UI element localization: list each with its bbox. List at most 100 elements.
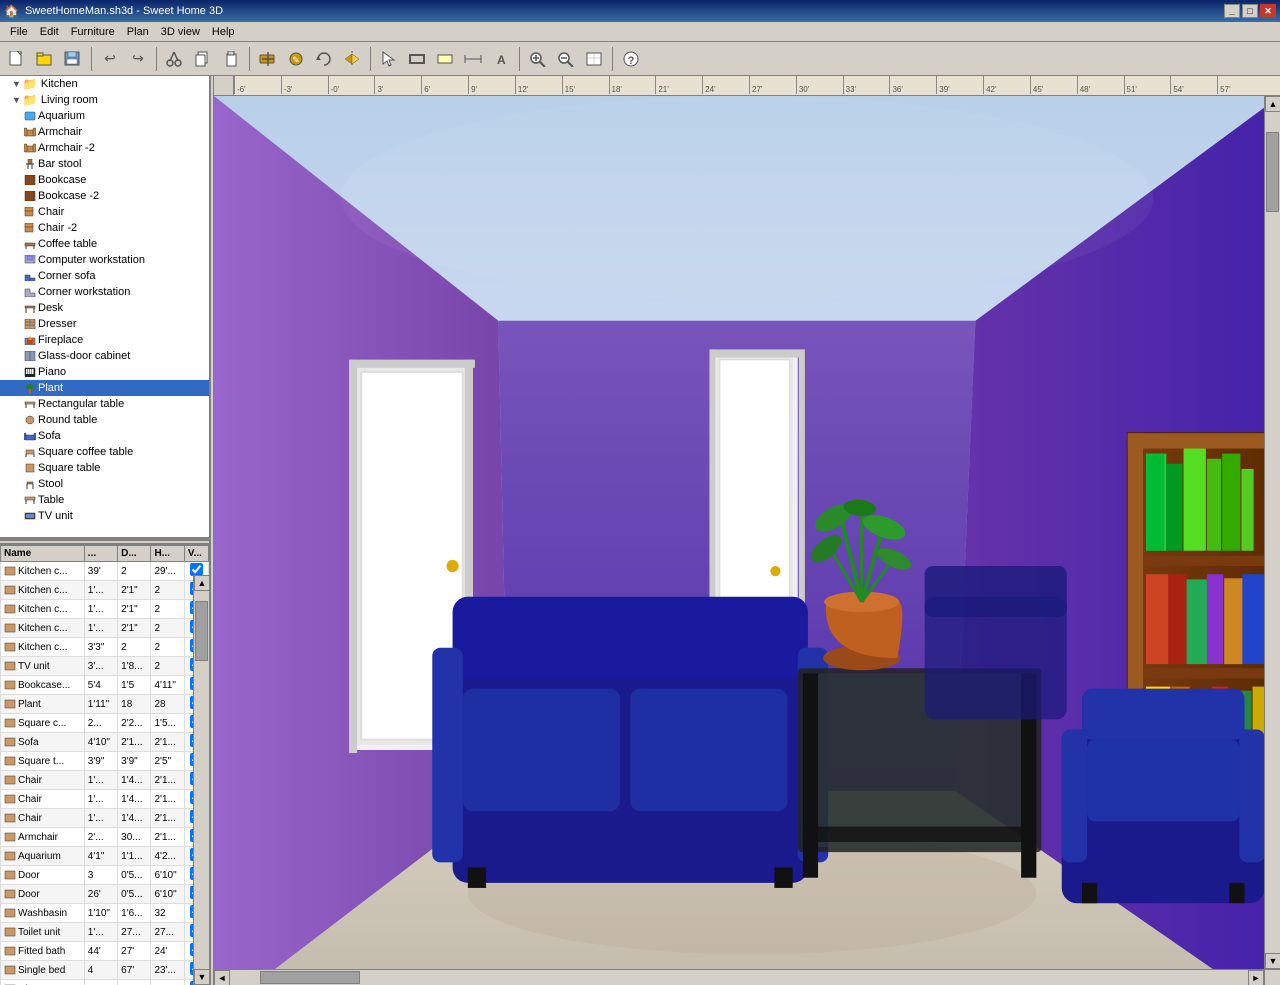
- menu-edit[interactable]: Edit: [34, 24, 65, 40]
- table-row[interactable]: Kitchen c...1'...2'1"2: [1, 619, 209, 638]
- table-row[interactable]: Bookcase...5'41'54'11": [1, 676, 209, 695]
- new-button[interactable]: [4, 46, 30, 72]
- tree-item-desk[interactable]: Desk: [0, 300, 209, 316]
- paste-button[interactable]: [218, 46, 244, 72]
- table-row[interactable]: Chair1'...1'4...2'1...: [1, 809, 209, 828]
- canvas-scroll-right[interactable]: ►: [1248, 970, 1264, 985]
- select-tool[interactable]: [376, 46, 402, 72]
- open-button[interactable]: [32, 46, 58, 72]
- right-scrollbar[interactable]: ▲ ▼: [193, 575, 209, 985]
- tree-item-round-table[interactable]: Round table: [0, 412, 209, 428]
- table-row[interactable]: Kitchen c...3'3"22: [1, 638, 209, 657]
- tree-item-kitchen[interactable]: ▼ 📁 Kitchen: [0, 76, 209, 92]
- tree-item-armchair-2[interactable]: Armchair -2: [0, 140, 209, 156]
- save-button[interactable]: [60, 46, 86, 72]
- canvas-scroll-left[interactable]: ◄: [214, 970, 230, 985]
- tree-item-corner-workstation[interactable]: Corner workstation: [0, 284, 209, 300]
- tree-item-armchair[interactable]: Armchair: [0, 124, 209, 140]
- close-button[interactable]: ✕: [1260, 4, 1276, 18]
- canvas-htrack[interactable]: [230, 970, 1248, 985]
- help-button[interactable]: ?: [618, 46, 644, 72]
- table-row[interactable]: Door30'5...6'10": [1, 866, 209, 885]
- canvas-vtrack[interactable]: [1265, 112, 1280, 953]
- scroll-thumb[interactable]: [195, 601, 208, 661]
- table-row[interactable]: Chest3'...1'10"27'...: [1, 980, 209, 985]
- tree-item-piano[interactable]: Piano: [0, 364, 209, 380]
- dimension-tool[interactable]: [460, 46, 486, 72]
- col-v[interactable]: V...: [184, 546, 208, 562]
- tree-item-square-coffee-table[interactable]: Square coffee table: [0, 444, 209, 460]
- tree-item-bookcase[interactable]: Bookcase: [0, 172, 209, 188]
- furniture-tree[interactable]: ▼ 📁 Kitchen ▼ 📁 Living room Aquarium Arm…: [0, 76, 209, 539]
- furniture-table[interactable]: Name ... D... H... V... Kitchen c...39'2…: [0, 545, 209, 985]
- canvas-vscrollbar[interactable]: ▲ ▼: [1264, 96, 1280, 969]
- table-row[interactable]: Toilet unit1'...27...27...: [1, 923, 209, 942]
- table-row[interactable]: Single bed467'23'...: [1, 961, 209, 980]
- create-walls-tool[interactable]: [404, 46, 430, 72]
- tree-item-tv-unit[interactable]: TV unit: [0, 508, 209, 524]
- copy-button[interactable]: [190, 46, 216, 72]
- table-row[interactable]: Fitted bath44'27'24': [1, 942, 209, 961]
- maximize-button[interactable]: □: [1242, 4, 1258, 18]
- table-row[interactable]: Armchair2'...30...2'1...: [1, 828, 209, 847]
- table-row[interactable]: Square t...3'9"3'9"2'5": [1, 752, 209, 771]
- text-tool[interactable]: A: [488, 46, 514, 72]
- table-row[interactable]: Square c...2...2'2...1'5...: [1, 714, 209, 733]
- scroll-down[interactable]: ▼: [194, 969, 210, 985]
- tree-item-square-table[interactable]: Square table: [0, 460, 209, 476]
- table-row[interactable]: Kitchen c...1'...2'1"2: [1, 581, 209, 600]
- plan-view-button[interactable]: [581, 46, 607, 72]
- canvas-vthumb[interactable]: [1266, 132, 1279, 212]
- tree-item-computer-workstation[interactable]: Computer workstation: [0, 252, 209, 268]
- tree-item-fireplace[interactable]: Fireplace: [0, 332, 209, 348]
- canvas-scroll-up[interactable]: ▲: [1265, 96, 1280, 112]
- canvas-scroll-down[interactable]: ▼: [1265, 953, 1280, 969]
- scroll-track[interactable]: [194, 591, 209, 969]
- menu-plan[interactable]: Plan: [121, 24, 155, 40]
- menu-furniture[interactable]: Furniture: [65, 24, 121, 40]
- cut-button[interactable]: [162, 46, 188, 72]
- menu-file[interactable]: File: [4, 24, 34, 40]
- canvas-hthumb[interactable]: [260, 971, 360, 984]
- table-row[interactable]: Kitchen c...1'...2'1"2: [1, 600, 209, 619]
- tree-item-glass-door-cabinet[interactable]: Glass-door cabinet: [0, 348, 209, 364]
- table-row[interactable]: Chair1'...1'4...2'1...: [1, 771, 209, 790]
- mirror-button[interactable]: [339, 46, 365, 72]
- table-row[interactable]: Aquarium4'1"1'1...4'2...: [1, 847, 209, 866]
- table-row[interactable]: Kitchen c...39'229'...: [1, 562, 209, 581]
- create-room-tool[interactable]: [432, 46, 458, 72]
- col-name[interactable]: Name: [1, 546, 85, 562]
- table-row[interactable]: Washbasin1'10"1'6...32: [1, 904, 209, 923]
- tree-item-plant[interactable]: Plant: [0, 380, 209, 396]
- redo-button[interactable]: ↪: [125, 46, 151, 72]
- table-row[interactable]: Plant1'11"1828: [1, 695, 209, 714]
- menu-help[interactable]: Help: [206, 24, 241, 40]
- tree-item-aquarium[interactable]: Aquarium: [0, 108, 209, 124]
- rotate-button[interactable]: [311, 46, 337, 72]
- tree-item-bookcase-2[interactable]: Bookcase -2: [0, 188, 209, 204]
- tree-item-chair-2[interactable]: Chair -2: [0, 220, 209, 236]
- minimize-button[interactable]: _: [1224, 4, 1240, 18]
- tree-item-living-room[interactable]: ▼ 📁 Living room: [0, 92, 209, 108]
- table-row[interactable]: Sofa4'10"2'1...2'1...: [1, 733, 209, 752]
- col-d2[interactable]: D...: [118, 546, 151, 562]
- tree-item-sofa[interactable]: Sofa: [0, 428, 209, 444]
- canvas-hscrollbar[interactable]: ◄ ►: [214, 969, 1264, 985]
- tree-item-coffee-table[interactable]: Coffee table: [0, 236, 209, 252]
- 3d-canvas[interactable]: ▲ ▼ ◄ ►: [214, 96, 1280, 985]
- tree-item-stool[interactable]: Stool: [0, 476, 209, 492]
- col-h[interactable]: H...: [151, 546, 184, 562]
- col-d1[interactable]: ...: [84, 546, 117, 562]
- table-row[interactable]: Chair1'...1'4...2'1...: [1, 790, 209, 809]
- table-row[interactable]: TV unit3'...1'8...2: [1, 657, 209, 676]
- tree-item-bar-stool[interactable]: Bar stool: [0, 156, 209, 172]
- tree-item-chair[interactable]: Chair: [0, 204, 209, 220]
- scroll-up[interactable]: ▲: [194, 575, 210, 591]
- tree-item-corner-sofa[interactable]: Corner sofa: [0, 268, 209, 284]
- undo-button[interactable]: ↩: [97, 46, 123, 72]
- tree-item-table[interactable]: Table: [0, 492, 209, 508]
- tree-item-rectangular-table[interactable]: Rectangular table: [0, 396, 209, 412]
- zoom-in-button[interactable]: [525, 46, 551, 72]
- menu-3dview[interactable]: 3D view: [155, 24, 206, 40]
- modify-furniture-button[interactable]: ✎: [283, 46, 309, 72]
